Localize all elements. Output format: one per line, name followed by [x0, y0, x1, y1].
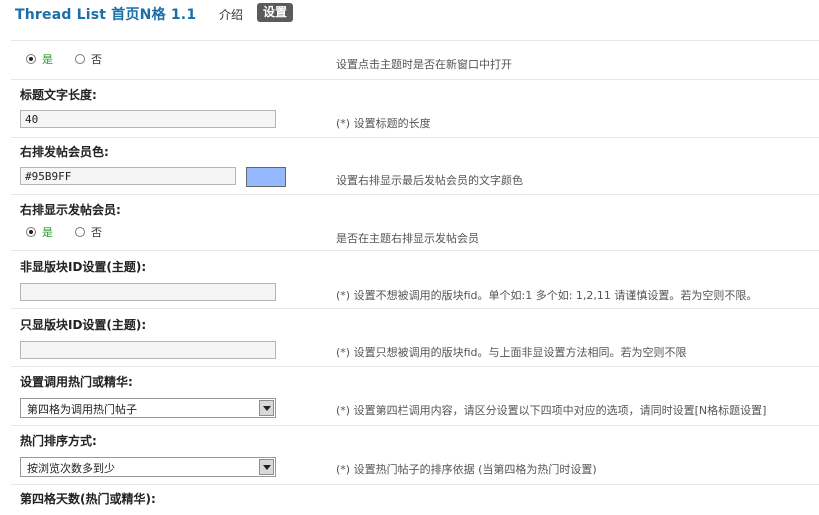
hot-or-digest-value: 第四格为调用热门帖子: [27, 403, 137, 416]
exclude-forums-description: (*) 设置不想被调用的版块fid。单个如:1 多个如: 1,2,11 请谨慎设…: [336, 289, 758, 302]
tab-settings[interactable]: 设置: [257, 3, 294, 22]
hot-sort-value: 按浏览次数多到少: [27, 462, 115, 475]
hot-or-digest-label: 设置调用热门或精华:: [20, 375, 133, 389]
title-length-label: 标题文字长度:: [20, 88, 97, 102]
hot-sort-label: 热门排序方式:: [20, 434, 97, 448]
divider: [11, 366, 819, 367]
new-window-description: 设置点击主题时是否在新窗口中打开: [336, 58, 512, 71]
dropdown-arrow-icon[interactable]: [259, 459, 274, 475]
color-swatch[interactable]: [246, 167, 286, 187]
divider: [11, 425, 819, 426]
divider: [11, 484, 819, 485]
no-label: 否: [91, 226, 102, 239]
new-window-yes-radio[interactable]: [26, 54, 36, 64]
show-poster-label: 右排显示发帖会员:: [20, 203, 121, 217]
yes-label: 是: [42, 226, 53, 239]
title-length-description: (*) 设置标题的长度: [336, 117, 431, 130]
poster-color-label: 右排发帖会员色:: [20, 145, 109, 159]
yes-label: 是: [42, 53, 53, 66]
plugin-title: Thread List 首页N格 1.1: [15, 7, 197, 23]
divider: [11, 194, 819, 195]
divider: [11, 40, 819, 41]
title-length-input[interactable]: 40: [20, 110, 276, 128]
exclude-forums-input[interactable]: [20, 283, 276, 301]
divider: [11, 137, 819, 138]
new-window-radio-group: 是 否: [26, 51, 124, 67]
show-poster-description: 是否在主题右排显示发帖会员: [336, 232, 479, 245]
divider: [11, 79, 819, 80]
hot-sort-description: (*) 设置热门帖子的排序依据 (当第四格为热门时设置): [336, 463, 597, 476]
show-poster-radio-group: 是 否: [26, 224, 124, 240]
fourth-days-label: 第四格天数(热门或精华):: [20, 492, 156, 506]
hot-or-digest-description: (*) 设置第四栏调用内容，请区分设置以下四项中对应的选项，请同时设置[N格标题…: [336, 404, 767, 417]
show-poster-yes-radio[interactable]: [26, 227, 36, 237]
only-forums-label: 只显版块ID设置(主题):: [20, 318, 147, 332]
tab-intro[interactable]: 介绍: [219, 6, 243, 23]
header: Thread List 首页N格 1.1 介绍 设置: [0, 0, 819, 28]
poster-color-description: 设置右排显示最后发帖会员的文字颜色: [336, 174, 523, 187]
hot-sort-select[interactable]: 按浏览次数多到少: [20, 457, 276, 477]
new-window-no-radio[interactable]: [75, 54, 85, 64]
show-poster-no-radio[interactable]: [75, 227, 85, 237]
only-forums-description: (*) 设置只想被调用的版块fid。与上面非显设置方法相同。若为空则不限: [336, 346, 687, 359]
no-label: 否: [91, 53, 102, 66]
divider: [11, 308, 819, 309]
dropdown-arrow-icon[interactable]: [259, 400, 274, 416]
only-forums-input[interactable]: [20, 341, 276, 359]
divider: [11, 250, 819, 251]
poster-color-input[interactable]: #95B9FF: [20, 167, 236, 185]
hot-or-digest-select[interactable]: 第四格为调用热门帖子: [20, 398, 276, 418]
exclude-forums-label: 非显版块ID设置(主题):: [20, 260, 147, 274]
